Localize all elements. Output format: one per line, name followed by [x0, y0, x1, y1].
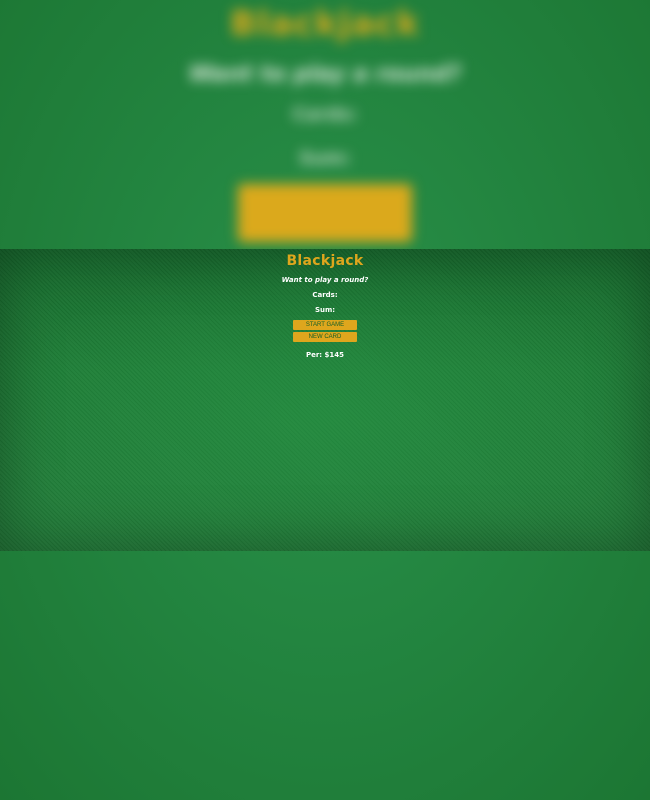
game-title: Blackjack — [286, 253, 364, 269]
message-text: Want to play a round? — [281, 276, 369, 284]
game-table: Blackjack Want to play a round? Cards: S… — [0, 249, 650, 551]
sum-label: Sum: — [314, 306, 336, 314]
background-sum-label: Sum: — [299, 148, 351, 169]
blurred-background-content: Blackjack Want to play a round? Cards: S… — [0, 0, 650, 250]
new-card-button[interactable]: NEW CARD — [293, 332, 357, 342]
background-cards-label: Cards: — [292, 104, 358, 125]
background-title: Blackjack — [230, 4, 420, 44]
background-message: Want to play a round? — [188, 62, 462, 87]
cards-label: Cards: — [312, 291, 338, 299]
player-info: Per: $145 — [305, 351, 345, 359]
start-game-button[interactable]: START GAME — [293, 320, 357, 330]
background-button — [238, 184, 412, 242]
